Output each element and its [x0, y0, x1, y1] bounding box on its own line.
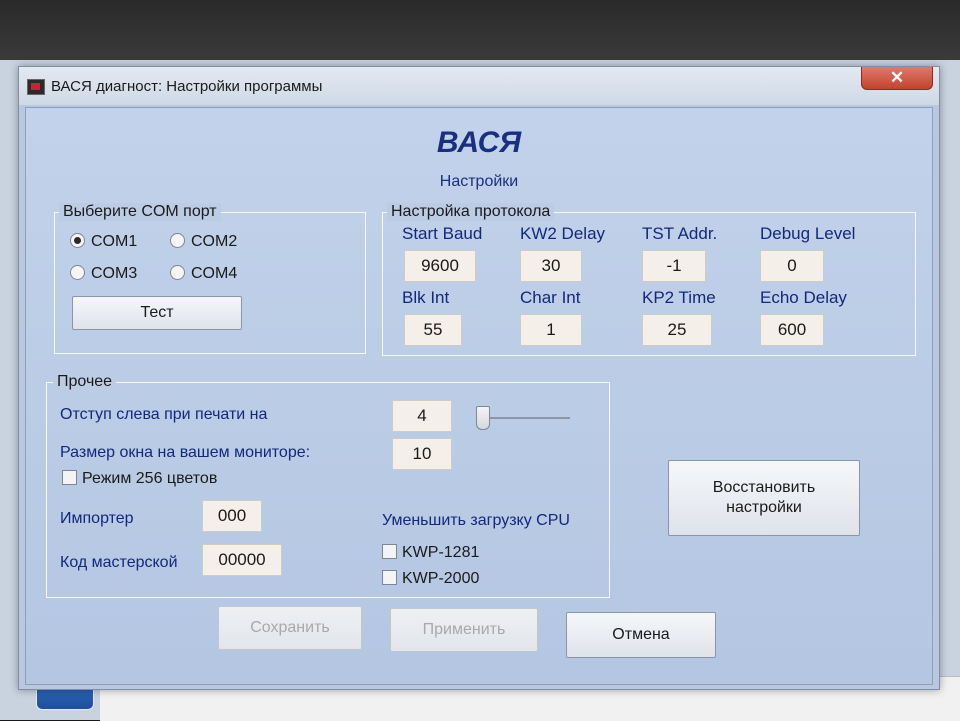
debug-level-label: Debug Level — [760, 224, 856, 243]
color-mode-label: Режим 256 цветов — [82, 470, 218, 487]
print-indent-label: Отступ слева при печати на — [60, 406, 268, 423]
window-size-slider-thumb[interactable] — [476, 406, 490, 430]
echo-delay-input[interactable]: 600 — [760, 314, 824, 346]
radio-com4-label: COM4 — [191, 265, 238, 282]
restore-settings-line2: настройки — [726, 499, 802, 516]
radio-empty-icon — [170, 233, 185, 248]
radio-com2-label: COM2 — [191, 233, 238, 250]
checkbox-icon — [382, 570, 397, 585]
kwp1281-checkbox[interactable]: KWP-1281 — [382, 544, 479, 562]
apply-button[interactable]: Применить — [390, 608, 538, 652]
importer-input[interactable]: 000 — [202, 500, 262, 532]
blk-int-input[interactable]: 55 — [404, 314, 462, 346]
color-mode-checkbox[interactable]: Режим 256 цветов — [62, 470, 217, 488]
radio-empty-icon — [170, 265, 185, 280]
debug-level-input[interactable]: 0 — [760, 250, 824, 282]
kp2-time-label: KP2 Time — [642, 288, 716, 307]
print-indent-input[interactable]: 4 — [392, 400, 452, 432]
kw2-delay-input[interactable]: 30 — [520, 250, 582, 282]
window-title: ВАСЯ диагност: Настройки программы — [51, 78, 323, 95]
restore-settings-line1: Восстановить — [712, 479, 816, 496]
radio-empty-icon — [70, 265, 85, 280]
blk-int-label: Blk Int — [402, 288, 450, 307]
tst-addr-label: TST Addr. — [642, 224, 718, 243]
cancel-button[interactable]: Отмена — [566, 612, 716, 658]
radio-com1[interactable]: COM1 — [70, 232, 137, 252]
start-baud-label: Start Baud — [402, 224, 483, 243]
radio-selected-icon — [70, 233, 85, 248]
workshop-code-label: Код мастерской — [60, 554, 178, 571]
kw2-delay-label: KW2 Delay — [520, 224, 606, 243]
kwp1281-label: KWP-1281 — [402, 544, 480, 561]
importer-label: Импортер — [60, 510, 134, 527]
char-int-label: Char Int — [520, 288, 581, 307]
workshop-code-input[interactable]: 00000 — [202, 544, 282, 576]
monitor-bezel — [0, 0, 960, 60]
kwp2000-label: KWP-2000 — [402, 570, 480, 587]
radio-com2[interactable]: COM2 — [170, 232, 237, 252]
char-int-input[interactable]: 1 — [520, 314, 582, 346]
close-button[interactable]: ✕ — [861, 67, 933, 90]
checkbox-icon — [62, 470, 77, 485]
radio-com3[interactable]: COM3 — [70, 264, 137, 284]
window-size-label: Размер окна на вашем мониторе: — [60, 444, 311, 461]
app-subtitle: Настройки — [439, 173, 519, 190]
settings-window: ВАСЯ диагност: Настройки программы ✕ ВАС… — [18, 66, 940, 690]
radio-com3-label: COM3 — [91, 265, 138, 282]
restore-settings-button[interactable]: Восстановить настройки — [668, 460, 860, 536]
cpu-load-label: Уменьшить загрузку CPU — [382, 512, 570, 529]
app-title: ВАСЯ — [436, 126, 522, 159]
com-port-legend: Выберите COM порт — [59, 203, 221, 221]
save-button[interactable]: Сохранить — [218, 606, 362, 650]
start-baud-input[interactable]: 9600 — [404, 250, 476, 282]
radio-com1-label: COM1 — [91, 233, 138, 250]
radio-com4[interactable]: COM4 — [170, 264, 237, 284]
title-bar[interactable]: ВАСЯ диагност: Настройки программы ✕ — [19, 67, 939, 105]
echo-delay-label: Echo Delay — [760, 288, 847, 307]
test-button[interactable]: Тест — [72, 296, 242, 330]
protocol-legend: Настройка протокола — [387, 203, 555, 221]
dialog-client-area: ВАСЯ Настройки Выберите COM порт COM1 CO… — [25, 107, 933, 685]
other-legend: Прочее — [53, 373, 117, 391]
kwp2000-checkbox[interactable]: KWP-2000 — [382, 570, 479, 588]
window-size-slider-track — [478, 417, 570, 419]
kp2-time-input[interactable]: 25 — [642, 314, 712, 346]
checkbox-icon — [382, 544, 397, 559]
tst-addr-input[interactable]: -1 — [642, 250, 706, 282]
window-size-input[interactable]: 10 — [392, 438, 452, 470]
app-icon — [27, 79, 45, 95]
